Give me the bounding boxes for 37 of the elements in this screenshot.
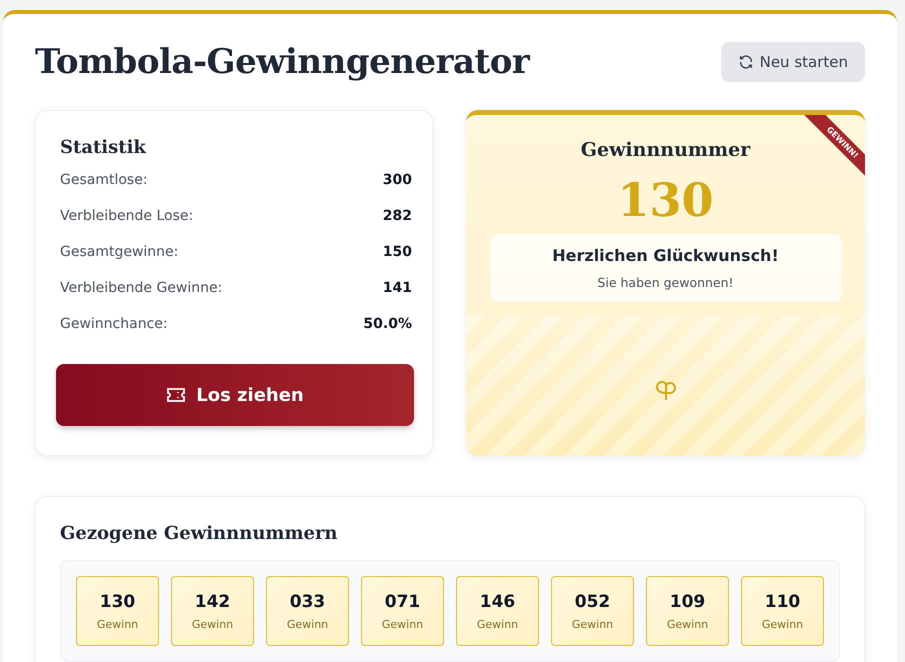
tile-number: 130 <box>100 592 136 612</box>
tile-label: Gewinn <box>476 618 518 630</box>
ticket-icon <box>166 387 186 403</box>
draw-ticket-button[interactable]: Los ziehen <box>56 364 414 426</box>
tile-number: 146 <box>480 592 516 612</box>
tile-number: 142 <box>194 592 230 612</box>
stat-label: Gesamtgewinne: <box>60 244 178 260</box>
refresh-icon <box>738 54 754 70</box>
stat-value: 300 <box>382 172 412 188</box>
page-title: Tombola-Gewinngenerator <box>35 42 530 82</box>
restart-button[interactable]: Neu starten <box>720 42 865 82</box>
stat-label: Verbleibende Gewinne: <box>60 280 222 296</box>
stat-value: 282 <box>382 208 412 224</box>
tile-label: Gewinn <box>382 618 424 630</box>
tile-number: 109 <box>670 592 706 612</box>
stat-label: Gewinnchance: <box>60 316 168 332</box>
stat-label: Verbleibende Lose: <box>60 208 194 224</box>
congratulations-text: Herzlichen Glückwunsch! <box>552 246 779 265</box>
tile-number: 033 <box>290 592 326 612</box>
tile-label: Gewinn <box>286 618 328 630</box>
history-title: Gezogene Gewinnnummern <box>60 523 339 544</box>
tile-label: Gewinn <box>192 618 234 630</box>
winning-number: 130 <box>617 175 714 226</box>
stat-value: 150 <box>382 244 412 260</box>
winning-number-title: Gewinnnummer <box>580 139 750 161</box>
tile-number: 110 <box>764 592 800 612</box>
stat-value: 141 <box>382 280 412 296</box>
tile-label: Gewinn <box>666 618 708 630</box>
stat-label: Gesamtlose: <box>60 172 148 188</box>
tile-number: 071 <box>384 592 420 612</box>
tile-label: Gewinn <box>762 618 804 630</box>
stat-value: 50.0% <box>363 316 412 332</box>
statistics-title: Statistik <box>60 137 148 158</box>
win-subtext: Sie haben gewonnen! <box>597 274 734 290</box>
tile-label: Gewinn <box>96 618 138 630</box>
tile-number: 052 <box>574 592 610 612</box>
tile-label: Gewinn <box>572 618 614 630</box>
